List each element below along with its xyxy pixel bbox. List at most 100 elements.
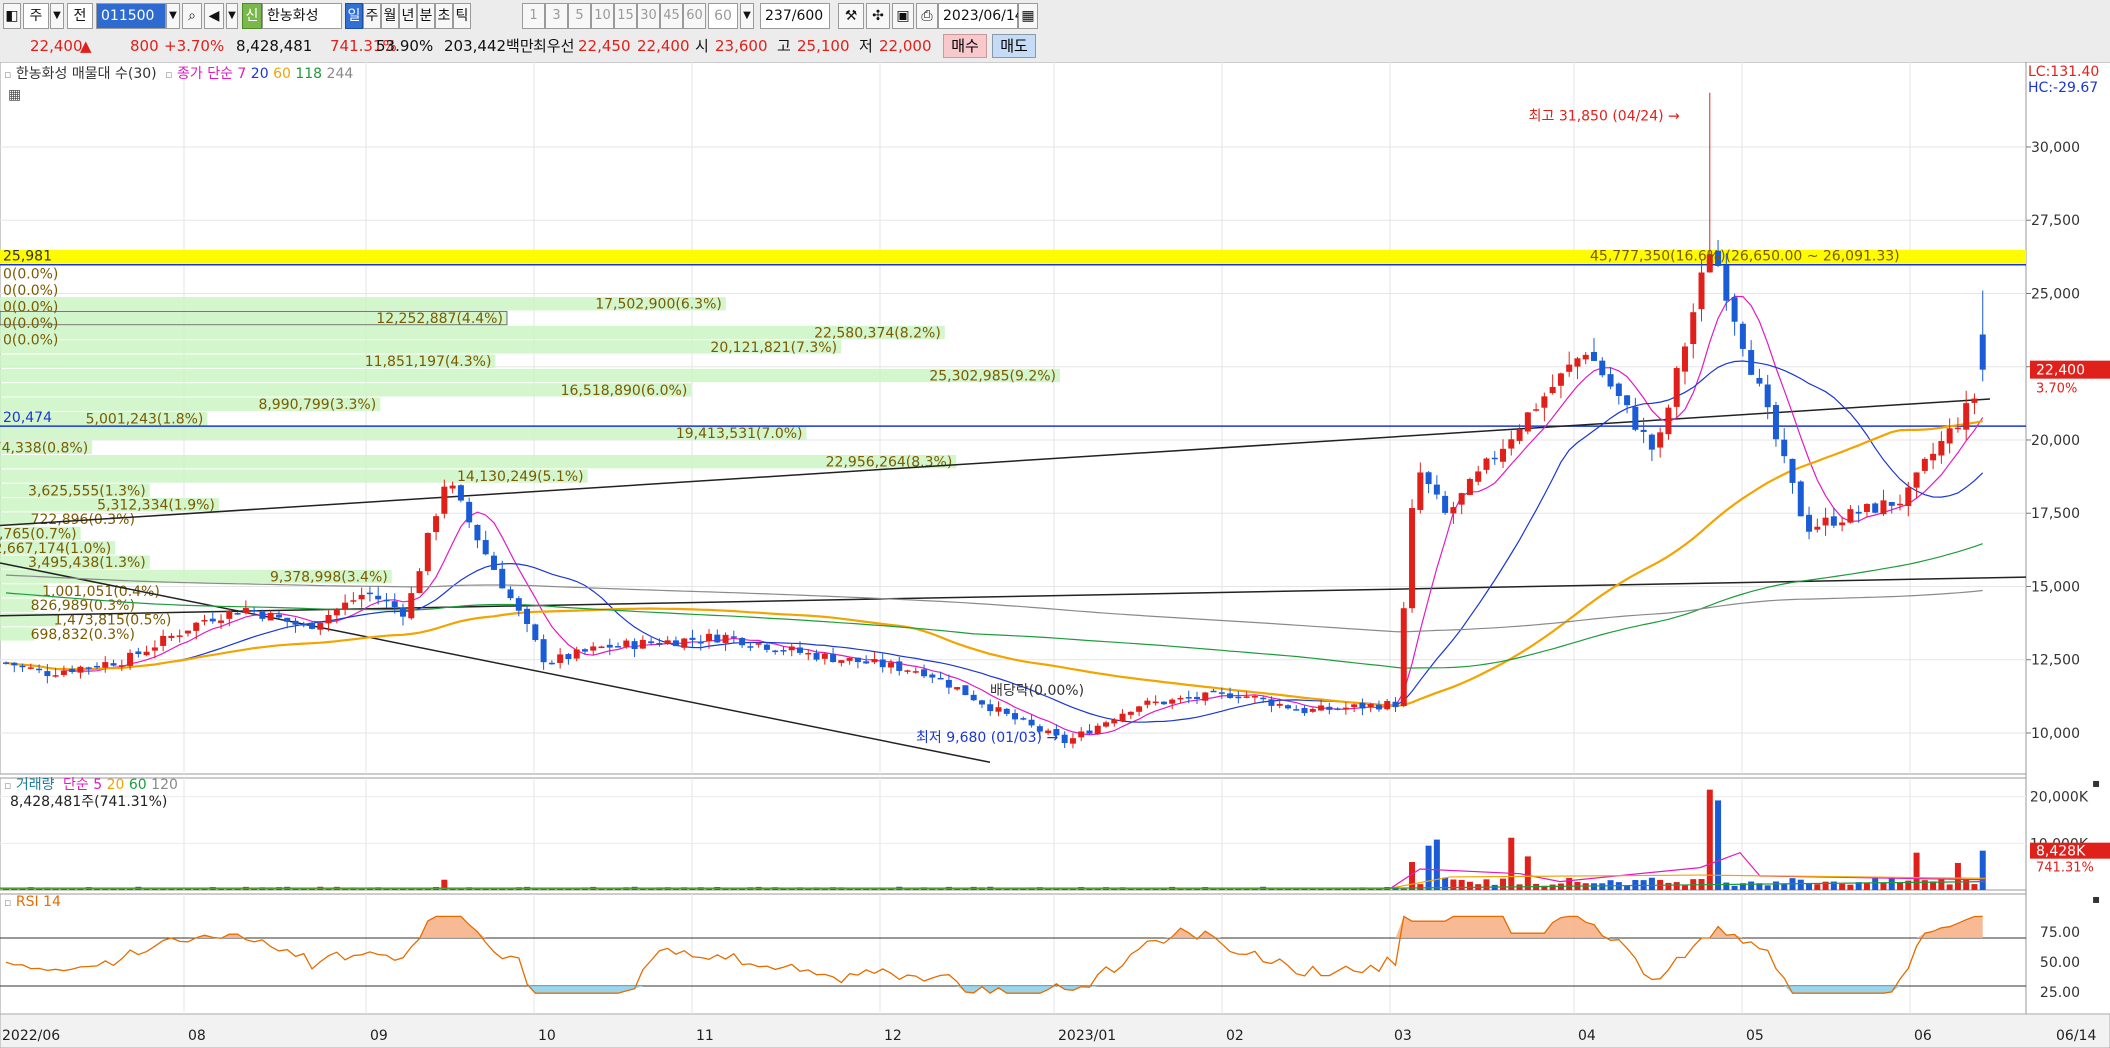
volume-bar <box>1946 884 1953 890</box>
buy-button[interactable]: 매수 <box>943 34 987 58</box>
volume-bar <box>1450 879 1457 890</box>
candle-body <box>309 622 316 629</box>
volume-bar <box>1731 885 1738 890</box>
best-ask: 22,450 <box>578 37 631 55</box>
candle-body <box>1136 706 1143 712</box>
calendar-icon[interactable]: ▦ <box>1018 3 1038 29</box>
candle-body <box>515 598 522 611</box>
volume-profile-label: 698,832(0.3%) <box>31 627 135 643</box>
candle-body <box>697 641 704 644</box>
volume-current-value: 8,428K <box>2036 844 2086 860</box>
candle-body <box>118 665 125 667</box>
price-panel <box>0 62 2027 775</box>
candle-body <box>416 571 423 593</box>
code-dropdown-icon[interactable]: ▼ <box>166 3 180 29</box>
interval-button-3[interactable]: 3 <box>545 3 568 29</box>
period-button-2[interactable]: 주 <box>363 3 381 29</box>
volume-current-pct: 741.31% <box>2036 861 2094 876</box>
interval-button-5[interactable]: 5 <box>568 3 591 29</box>
candle-body <box>714 634 721 643</box>
candle-body <box>1003 708 1010 714</box>
candle-body <box>896 661 903 671</box>
code-value: 011500 <box>101 8 155 24</box>
candle-body <box>565 654 572 660</box>
candle-body <box>846 657 853 661</box>
candle-body <box>1847 509 1854 523</box>
interval-button-60[interactable]: 60 <box>683 3 706 29</box>
candle-body <box>1615 383 1622 396</box>
date-field[interactable]: 2023/06/14 <box>938 3 1024 29</box>
candle-body <box>1384 701 1391 710</box>
interval-select[interactable]: 60 <box>708 3 738 29</box>
candle-body <box>1367 704 1374 707</box>
count-total: /600 <box>791 8 824 24</box>
interval-dropdown-icon[interactable]: ▼ <box>740 3 754 29</box>
candle-body <box>1781 439 1788 457</box>
stock-chart[interactable]: 17,502,900(6.3%)12,252,887(4.4%)22,580,3… <box>0 62 2110 1048</box>
candle-body <box>234 612 241 615</box>
rsi-tick-label: 50.00 <box>2040 955 2080 971</box>
interval-button-30[interactable]: 30 <box>637 3 660 29</box>
volume-bar <box>1913 852 1920 890</box>
candle-body <box>722 634 729 643</box>
volume-bar <box>1400 888 1407 890</box>
period-button-4[interactable]: 년 <box>399 3 417 29</box>
interval-button-15[interactable]: 15 <box>614 3 637 29</box>
volume-bar <box>1466 881 1473 890</box>
period-select[interactable]: 주 <box>23 3 49 29</box>
count-value: 237 <box>765 8 792 24</box>
candle-body <box>499 568 506 589</box>
panel-toggle-icon[interactable]: ◧ <box>3 3 21 29</box>
x-axis-label: 09 <box>370 1028 388 1044</box>
volume-ma-5: 5 <box>93 777 103 793</box>
interval-button-10[interactable]: 10 <box>591 3 614 29</box>
speaker-icon[interactable]: ◀ <box>204 3 224 29</box>
crosshair-icon[interactable]: ✣ <box>866 3 890 29</box>
search-icon[interactable]: ⌕ <box>182 3 202 29</box>
candle-body <box>151 647 158 651</box>
rsi-panel-max-icon[interactable]: ▪ <box>2092 891 2100 908</box>
candle-body <box>863 661 870 664</box>
prev-button[interactable]: 전 <box>67 3 93 29</box>
ex-dividend-label: 배당락(0.00%) <box>990 683 1084 699</box>
tools-icon[interactable]: ⚒ <box>838 3 864 29</box>
period-button-1[interactable]: 일 <box>345 3 363 29</box>
candle-body <box>1632 406 1639 430</box>
save-icon[interactable]: ▣ <box>892 3 914 29</box>
candle-body <box>1475 471 1482 482</box>
code-input[interactable]: 011500 <box>96 3 166 29</box>
period-dropdown-icon[interactable]: ▼ <box>50 3 64 29</box>
period-button-6[interactable]: 초 <box>435 3 453 29</box>
candle-body <box>763 644 770 650</box>
period-button-3[interactable]: 월 <box>381 3 399 29</box>
interval-button-1[interactable]: 1 <box>522 3 545 29</box>
sell-button[interactable]: 매도 <box>992 34 1036 58</box>
interval-button-45[interactable]: 45 <box>660 3 683 29</box>
candle-body <box>1127 711 1134 715</box>
quote-trade-value: 203,442백만 <box>444 37 534 55</box>
volume-profile-label: 16,518,890(6.0%) <box>561 383 688 399</box>
candle-body <box>85 667 92 669</box>
candle-body <box>1963 403 1970 430</box>
stock-name-field[interactable]: 한농화성 <box>262 3 342 29</box>
candle-body <box>706 633 713 642</box>
candle-body <box>524 608 531 625</box>
candle-body <box>1599 360 1606 376</box>
candle-body <box>218 620 225 623</box>
print-icon[interactable]: ⎙ <box>916 3 938 29</box>
volume-bar <box>1715 800 1722 890</box>
volume-panel-max-icon[interactable]: ▪ <box>2092 775 2100 792</box>
candle-body <box>921 669 928 677</box>
candle-body <box>482 540 489 555</box>
candle-body <box>474 524 481 541</box>
grid-settings-icon[interactable]: ▦ <box>8 87 21 104</box>
legend-marker-icon: ▫ <box>165 68 173 81</box>
y-tick-label: 30,000 <box>2031 140 2080 156</box>
period-button-5[interactable]: 분 <box>417 3 435 29</box>
period-button-7[interactable]: 틱 <box>453 3 471 29</box>
low-value: 22,000 <box>879 37 932 55</box>
ma-legend-7: 7 <box>237 66 247 82</box>
speaker-dropdown-icon[interactable]: ▼ <box>226 3 238 29</box>
x-axis-label: 11 <box>696 1028 714 1044</box>
count-field[interactable]: 237/600 <box>760 3 830 29</box>
